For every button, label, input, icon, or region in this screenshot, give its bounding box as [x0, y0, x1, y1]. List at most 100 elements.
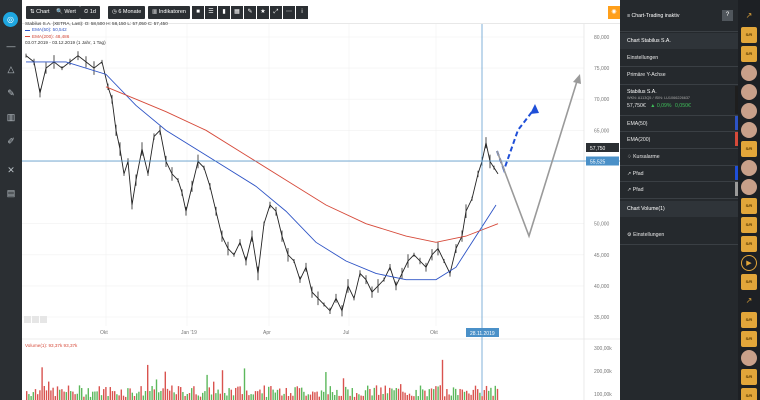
volume-bar — [114, 391, 116, 400]
volume-bar — [362, 395, 364, 400]
chart-area[interactable]: 80,00075,00070,00065,00060,00050,00045,0… — [22, 0, 620, 400]
volume-bar — [230, 389, 232, 400]
volume-bar — [496, 388, 499, 400]
volume-bar — [169, 390, 171, 400]
rail-avatar[interactable] — [741, 122, 757, 138]
volume-bar — [166, 388, 169, 400]
help-button[interactable]: ? — [722, 10, 733, 21]
indicators-button[interactable]: ▥ Indikatoren — [148, 6, 190, 19]
volume-bar — [63, 391, 65, 400]
chart-type-icon[interactable]: ◎ — [3, 12, 18, 27]
volume-bar — [85, 394, 87, 400]
volume-bar — [351, 388, 353, 400]
rail-logo-icon[interactable]: S/R — [741, 217, 757, 233]
trash-icon[interactable]: ▥ — [3, 110, 19, 124]
trading-app: ◎ — △ ✎ ▥ ✐ ✕ ▤ 80,000 75,000 70,000 65,000… — [0, 0, 760, 400]
volume-bar — [54, 396, 56, 400]
ema200-item[interactable]: EMA(200) — [620, 137, 738, 143]
settings-tools-icon[interactable]: ✕ — [3, 163, 19, 177]
rail-avatar[interactable] — [741, 160, 757, 176]
pfad-item-2[interactable]: ↗ Pfad — [620, 187, 738, 193]
volume-bar — [98, 386, 100, 400]
pencil-icon[interactable]: ✐ — [3, 134, 19, 148]
wert-button[interactable]: 🔍 Wert — [52, 6, 80, 19]
rail-avatar[interactable] — [741, 84, 757, 100]
kursalarme-item[interactable]: ♢ Kursalarme — [620, 154, 738, 160]
interval-button[interactable]: ⏲ 1d — [80, 6, 100, 19]
star-icon[interactable]: ★ — [257, 6, 269, 19]
rail-logo-icon[interactable]: S/R — [741, 312, 757, 328]
volume-bar — [419, 385, 422, 400]
chart-button[interactable]: ⇅ Chart — [26, 6, 54, 19]
volume-bar — [347, 389, 349, 400]
y-tick-label: 80,000 — [594, 35, 610, 41]
rail-avatar[interactable] — [741, 103, 757, 119]
rail-logo-icon[interactable]: S/R — [741, 27, 757, 43]
bar-chart-icon[interactable]: ▮ — [218, 6, 230, 19]
rail-logo-icon[interactable]: S/R — [741, 236, 757, 252]
volume-bar — [400, 384, 402, 400]
record-icon[interactable]: ■ — [192, 6, 204, 19]
volume-bar — [415, 389, 417, 400]
y-tick-label: 45,000 — [594, 253, 610, 259]
volume-bar — [358, 394, 360, 400]
volume-bar — [28, 394, 30, 400]
info-icon[interactable]: i — [296, 6, 308, 19]
chart-button-label: Chart — [36, 9, 50, 15]
expand-icon[interactable]: ⤢ — [270, 6, 282, 19]
change-pct: 0,09% — [656, 103, 672, 109]
ema50-item[interactable]: EMA(50) — [620, 121, 738, 127]
volume-bar — [41, 367, 43, 400]
volume-bar — [274, 392, 276, 400]
volume-bar — [360, 395, 362, 400]
play-icon[interactable]: ▶ — [741, 255, 757, 271]
rail-logo-icon[interactable]: S/R — [741, 331, 757, 347]
volume-bar — [61, 389, 63, 400]
volume-bar — [426, 396, 428, 400]
layers-icon[interactable]: ▤ — [3, 186, 19, 200]
volume-bar — [103, 389, 105, 400]
rail-logo-icon[interactable]: S/R — [741, 274, 757, 290]
volume-bar — [336, 389, 338, 400]
grid-icon[interactable]: ▦ — [231, 6, 243, 19]
rail-logo-icon[interactable]: S/R — [741, 46, 757, 62]
volume-bar — [270, 386, 272, 400]
rail-logo-icon[interactable]: S/R — [741, 141, 757, 157]
volume-bar — [100, 395, 103, 400]
rail-avatar[interactable] — [741, 65, 757, 81]
volume-bar — [26, 391, 28, 400]
volume-bar — [56, 386, 59, 400]
volume-tick-label: 300,00k — [594, 346, 612, 352]
tool-icon[interactable]: ↗ — [741, 293, 757, 309]
rail-avatar[interactable] — [741, 350, 757, 366]
volume-settings-item[interactable]: ⚙ Einstellungen — [620, 232, 738, 238]
list-icon[interactable]: ☰ — [205, 6, 217, 19]
period-button[interactable]: ◷ 6 Monate — [108, 6, 146, 19]
edit-icon[interactable]: ✎ — [244, 6, 256, 19]
triangle-icon[interactable]: △ — [3, 62, 19, 76]
volume-bar — [48, 381, 50, 400]
rail-logo-icon[interactable]: S/R — [741, 388, 757, 400]
volume-bar — [490, 387, 492, 400]
rail-logo-icon[interactable]: S/R — [741, 198, 757, 214]
pfad-item-1[interactable]: ↗ Pfad — [620, 171, 738, 177]
instrument-price-row: 57,750€ ▲ 0,09% 0,050€ — [620, 103, 738, 109]
volume-bar — [320, 390, 323, 400]
rail-avatar[interactable] — [741, 179, 757, 195]
drawing-tools-icon[interactable]: ✎ — [3, 86, 19, 100]
primary-axis-item[interactable]: Primäre Y-Achse — [620, 72, 738, 78]
volume-bar — [309, 394, 312, 400]
rail-logo-icon[interactable]: S/R — [741, 369, 757, 385]
volume-bar — [261, 393, 263, 400]
volume-bar — [39, 390, 41, 400]
chart-icon[interactable]: ↗ — [741, 8, 757, 24]
volume-bar — [472, 389, 474, 400]
alert-icon[interactable]: ◉ — [608, 6, 620, 19]
settings-item[interactable]: Einstellungen — [620, 55, 738, 61]
volume-bar — [171, 385, 173, 400]
crosshair-icon[interactable]: — — [3, 39, 19, 53]
more-icon[interactable]: ⋯ — [283, 6, 295, 19]
volume-bar — [369, 389, 371, 400]
volume-bar — [237, 386, 239, 400]
price-chart[interactable]: 80,00075,00070,00065,00060,00050,00045,0… — [22, 0, 620, 400]
